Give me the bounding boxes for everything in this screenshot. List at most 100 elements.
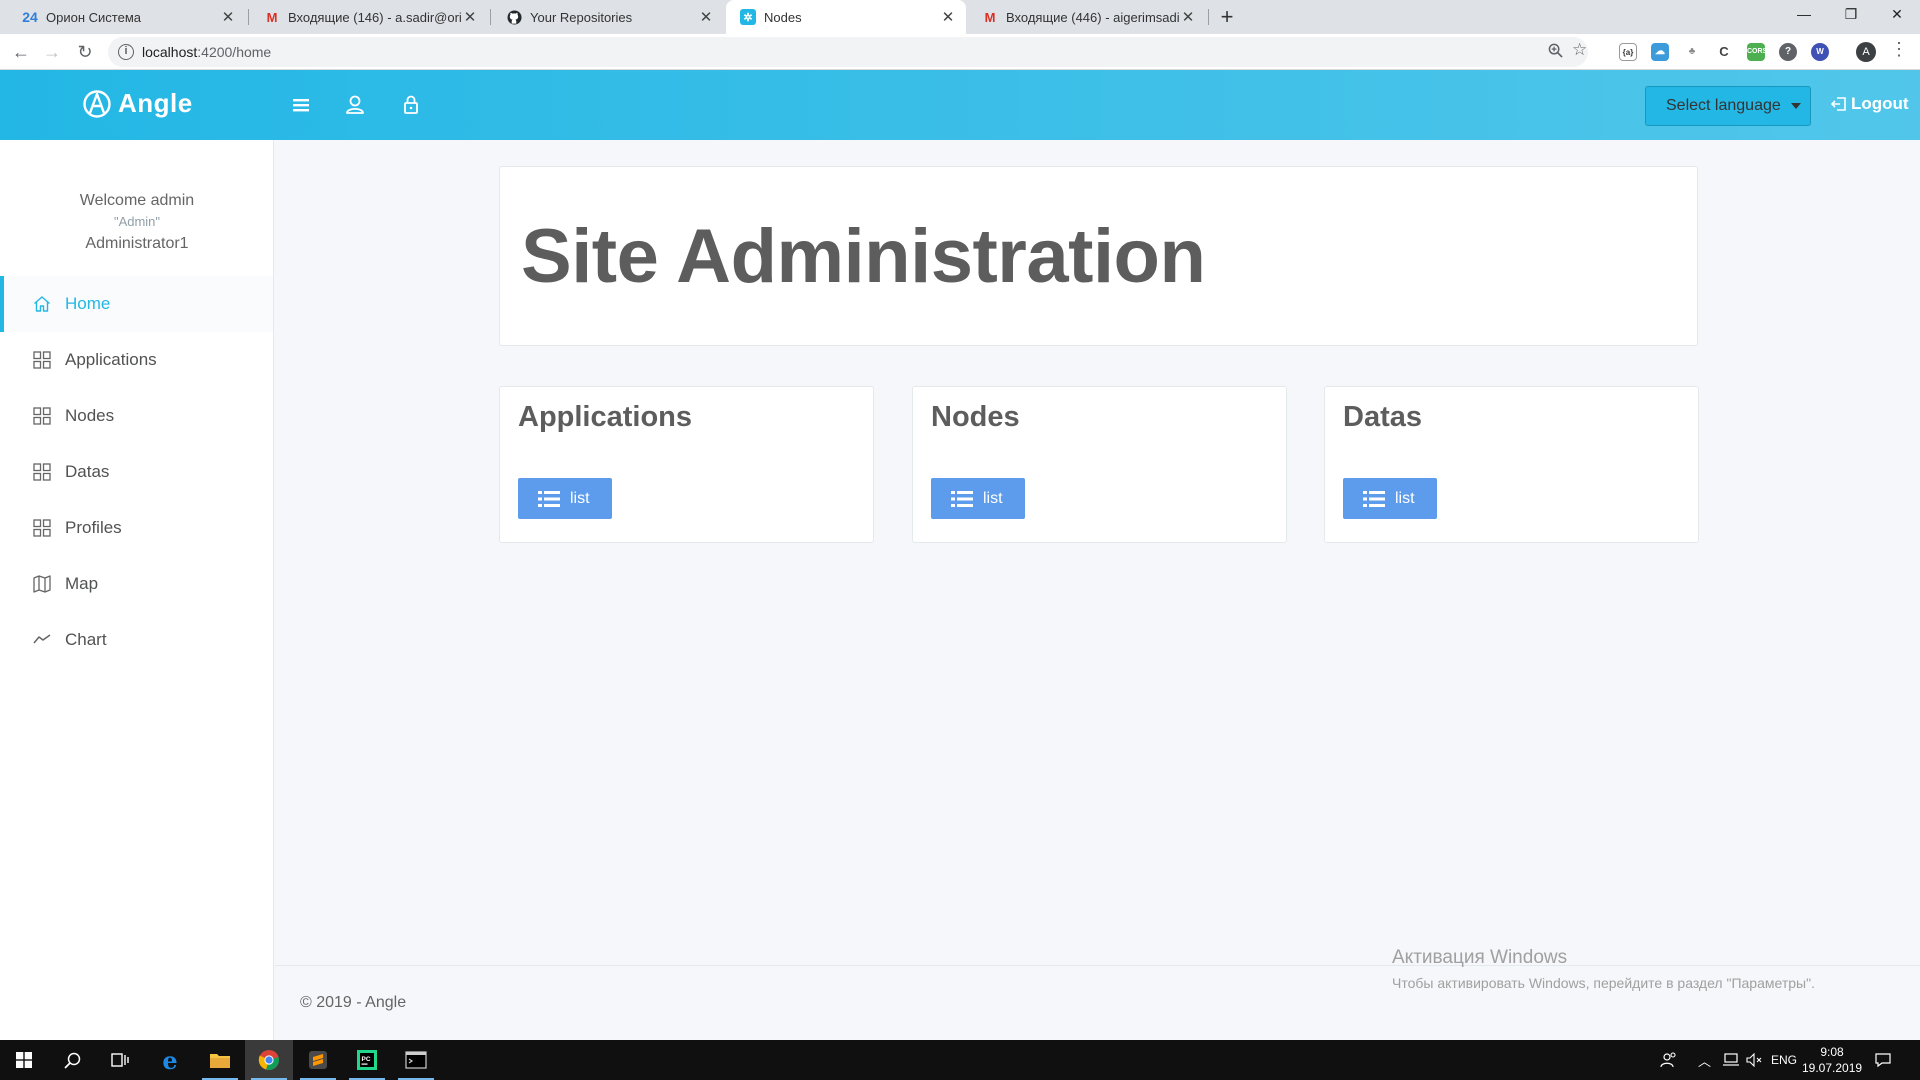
pycharm-icon[interactable]: PC: [343, 1040, 391, 1080]
github-icon: [506, 9, 522, 25]
new-tab-button[interactable]: +: [1214, 4, 1240, 30]
brand[interactable]: Angle: [82, 88, 193, 119]
sidebar-item-label: Chart: [65, 630, 107, 649]
tree-extension-icon[interactable]: ♣: [1683, 43, 1701, 61]
terminal-icon[interactable]: [392, 1040, 440, 1080]
volume-muted-icon[interactable]: [1746, 1040, 1764, 1080]
clock-date: 19.07.2019: [1802, 1061, 1863, 1075]
sidebar-item-profiles[interactable]: Profiles: [0, 500, 273, 556]
list-button-label: list: [983, 489, 1003, 507]
sidebar-item-chart[interactable]: Chart: [0, 612, 273, 668]
logout-button[interactable]: Logout: [1830, 94, 1909, 114]
edge-browser-icon[interactable]: e: [146, 1040, 194, 1080]
close-tab-icon[interactable]: ✕: [1180, 8, 1196, 26]
back-arrow-icon[interactable]: ←: [9, 40, 33, 64]
sidebar-item-map[interactable]: Map: [0, 556, 273, 612]
user-icon[interactable]: [342, 92, 368, 118]
browser-tab-nodes[interactable]: ✲ Nodes ✕: [726, 0, 966, 34]
show-hidden-icons-chevron-icon[interactable]: ︿: [1698, 1040, 1711, 1080]
nodes-list-button[interactable]: list: [931, 478, 1025, 519]
tab-title: Your Repositories: [530, 9, 633, 25]
lock-icon[interactable]: [398, 92, 424, 118]
tab-separator: [490, 9, 491, 25]
bitrix24-icon: 24: [22, 9, 38, 25]
list-icon: [1363, 490, 1385, 507]
tab-title: Входящие (446) - aigerimsadir@: [1006, 9, 1180, 25]
logout-icon: [1830, 97, 1846, 111]
close-tab-icon[interactable]: ✕: [940, 8, 956, 26]
tab-separator: [248, 9, 249, 25]
gmail-icon: M: [266, 9, 278, 25]
hamburger-menu-icon[interactable]: [288, 92, 314, 118]
profile-avatar[interactable]: A: [1856, 42, 1876, 62]
grid-icon: [33, 407, 51, 425]
user-name: Administrator1: [85, 235, 189, 252]
extension-icon[interactable]: {a}: [1619, 43, 1637, 61]
network-icon[interactable]: [1722, 1040, 1740, 1080]
tab-separator: [1208, 9, 1209, 25]
sidebar-item-label: Home: [65, 294, 111, 313]
file-explorer-icon[interactable]: [196, 1040, 244, 1080]
clock-time: 9:08: [1820, 1045, 1844, 1059]
grid-icon: [33, 351, 51, 369]
cloud-extension-icon[interactable]: ☁: [1651, 43, 1669, 61]
windows-activation-watermark: Активация Windows Чтобы активировать Win…: [1392, 947, 1815, 991]
close-tab-icon[interactable]: ✕: [220, 8, 236, 26]
grid-icon: [33, 463, 51, 481]
input-language-indicator[interactable]: ENG: [1771, 1040, 1797, 1080]
minimize-window-button[interactable]: —: [1781, 0, 1827, 30]
browser-tab-gmail-2[interactable]: M Входящие (446) - aigerimsadir@ ✕: [968, 0, 1206, 34]
bookmark-star-icon[interactable]: ☆: [1572, 40, 1587, 60]
select-language-dropdown[interactable]: Select language: [1645, 86, 1811, 126]
gmail-icon: M: [984, 9, 996, 25]
sidebar-item-home[interactable]: Home: [0, 276, 273, 332]
browser-tab-orion[interactable]: 24 Орион Система ✕: [8, 0, 246, 34]
sublime-text-icon[interactable]: [294, 1040, 342, 1080]
close-window-button[interactable]: ✕: [1874, 0, 1920, 30]
help-extension-icon[interactable]: ?: [1779, 43, 1797, 61]
web-extension-icon[interactable]: W: [1811, 43, 1829, 61]
sidebar-item-applications[interactable]: Applications: [0, 332, 273, 388]
taskbar-clock[interactable]: 9:08 19.07.2019: [1802, 1044, 1862, 1076]
card-title: Applications: [518, 401, 693, 433]
restore-window-button[interactable]: ❐: [1828, 0, 1874, 30]
sidebar-nav: Home Applications Nodes Datas Profiles M…: [0, 276, 273, 668]
cors-extension-icon[interactable]: CORS: [1747, 43, 1767, 61]
card-nodes: Nodes list: [912, 386, 1287, 543]
url-host: localhost: [142, 44, 198, 60]
browser-tab-github[interactable]: Your Repositories ✕: [492, 0, 724, 34]
sidebar-item-nodes[interactable]: Nodes: [0, 388, 273, 444]
close-tab-icon[interactable]: ✕: [698, 8, 714, 26]
user-role: "Admin": [113, 214, 161, 229]
card-title: Nodes: [931, 401, 1020, 433]
url-text[interactable]: localhost:4200/home: [142, 44, 271, 60]
code-extension-icon[interactable]: C: [1715, 43, 1733, 61]
site-info-icon[interactable]: i: [118, 44, 134, 60]
windows-taskbar: e PC ︿ ENG 9:08 19.07.2019: [0, 1040, 1920, 1080]
caret-down-icon: [1790, 103, 1801, 109]
forward-arrow-icon[interactable]: →: [40, 40, 64, 64]
close-tab-icon[interactable]: ✕: [462, 8, 478, 26]
logout-label: Logout: [1851, 94, 1909, 113]
browser-tab-gmail-1[interactable]: M Входящие (146) - a.sadir@orion- ✕: [250, 0, 488, 34]
browser-menu-icon[interactable]: ⋮: [1890, 39, 1908, 60]
svg-text:PC: PC: [362, 1056, 371, 1063]
address-bar[interactable]: i localhost:4200/home ☆: [108, 37, 1588, 67]
applications-list-button[interactable]: list: [518, 478, 612, 519]
title-panel: Site Administration: [499, 166, 1698, 346]
card-applications: Applications list: [499, 386, 874, 543]
sidebar-item-datas[interactable]: Datas: [0, 444, 273, 500]
people-icon[interactable]: [1660, 1040, 1678, 1080]
datas-list-button[interactable]: list: [1343, 478, 1437, 519]
search-icon[interactable]: [48, 1040, 96, 1080]
home-icon: [34, 296, 50, 312]
tab-title: Nodes: [764, 9, 802, 25]
angular-app-icon: ✲: [740, 9, 756, 25]
task-view-icon[interactable]: [96, 1040, 144, 1080]
sidebar-item-label: Nodes: [65, 406, 115, 425]
reload-icon[interactable]: ↻: [73, 40, 97, 64]
windows-start-icon[interactable]: [0, 1040, 48, 1080]
chrome-icon[interactable]: [245, 1040, 293, 1080]
zoom-icon[interactable]: [1548, 43, 1563, 62]
action-center-icon[interactable]: [1874, 1040, 1892, 1080]
